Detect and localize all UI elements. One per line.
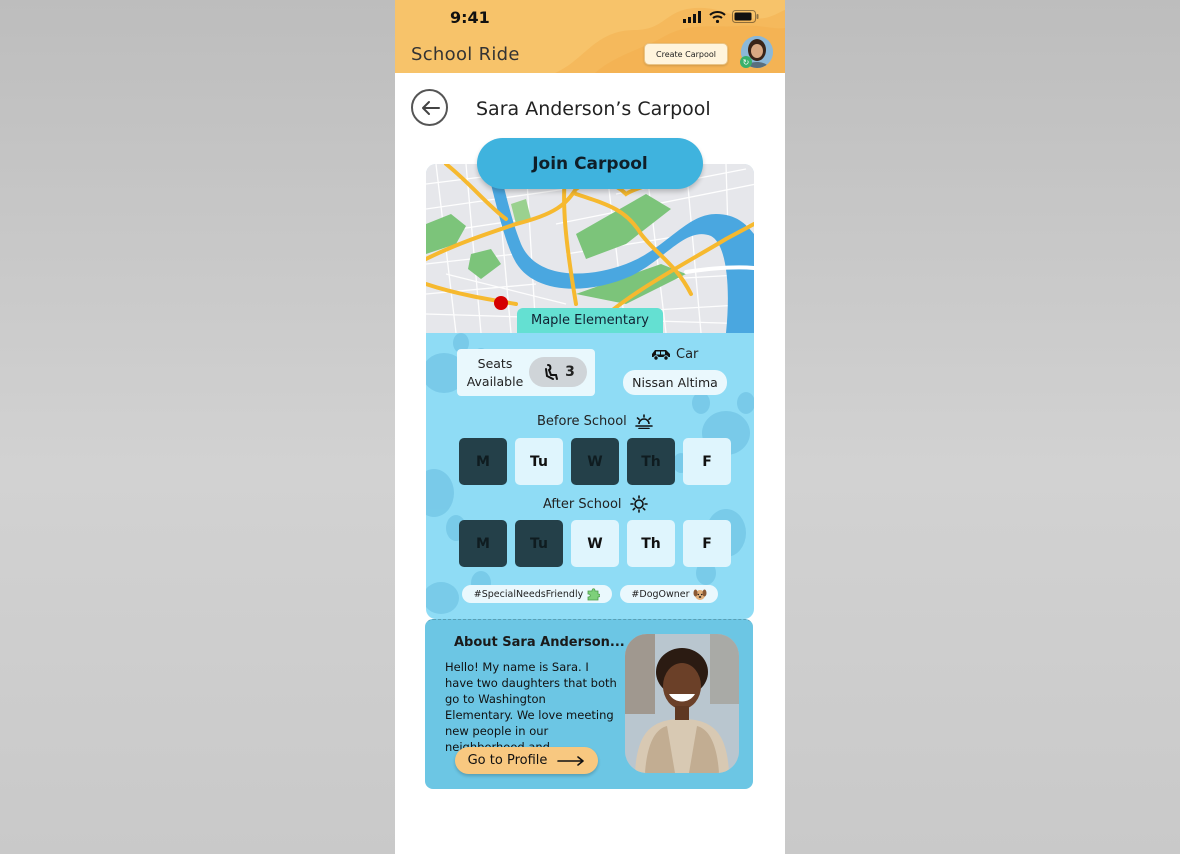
before-school-text: Before School — [537, 413, 627, 429]
seats-count: 3 — [565, 364, 575, 380]
profile-portrait — [625, 634, 739, 773]
after-school-label: After School — [543, 495, 648, 513]
carpool-card: Maple Elementary Seats Available 3 Car N… — [426, 164, 754, 619]
status-icons — [683, 10, 759, 23]
about-description: Hello! My name is Sara. I have two daugh… — [445, 660, 617, 754]
route-map[interactable]: Maple Elementary — [426, 164, 754, 333]
car-label: Car — [650, 347, 698, 362]
car-model: Nissan Altima — [623, 370, 727, 395]
after-school-text: After School — [543, 496, 622, 512]
app-header: 9:41 School Ride Create Carpool ↻ — [395, 0, 785, 73]
before-school-day-w[interactable]: W — [571, 438, 619, 485]
seats-count-pill: 3 — [529, 357, 587, 387]
after-school-day-tu[interactable]: Tu — [515, 520, 563, 567]
car-seat-icon — [545, 364, 559, 380]
wifi-icon — [709, 10, 726, 23]
app-title: School Ride — [411, 44, 520, 65]
car-label-text: Car — [676, 347, 699, 362]
tag-label: #SpecialNeedsFriendly — [473, 588, 584, 600]
puzzle-icon — [587, 588, 601, 601]
school-name-label: Maple Elementary — [517, 308, 663, 333]
carpool-details: Seats Available 3 Car Nissan Altima Befo… — [426, 333, 754, 619]
before-school-label: Before School — [537, 413, 653, 429]
dog-icon — [693, 589, 707, 600]
after-school-day-th[interactable]: Th — [627, 520, 675, 567]
before-school-day-th[interactable]: Th — [627, 438, 675, 485]
seats-available-box: Seats Available 3 — [457, 349, 595, 396]
arrow-right-icon — [557, 755, 585, 766]
signal-icon — [683, 10, 701, 23]
after-school-day-m[interactable]: M — [459, 520, 507, 567]
about-card: About Sara Anderson... Hello! My name is… — [425, 619, 753, 789]
tag-dog-owner[interactable]: #DogOwner — [620, 585, 718, 603]
map-pin-icon — [494, 296, 508, 310]
sunrise-icon — [634, 414, 653, 429]
before-school-day-f[interactable]: F — [683, 438, 731, 485]
page-title: Sara Anderson’s Carpool — [476, 98, 711, 120]
car-icon — [652, 350, 670, 361]
sun-icon — [629, 495, 648, 513]
about-title: About Sara Anderson... — [454, 635, 625, 650]
tag-label: #DogOwner — [631, 588, 690, 600]
tag-special-needs[interactable]: #SpecialNeedsFriendly — [462, 585, 612, 603]
sync-badge-icon: ↻ — [740, 56, 752, 68]
go-to-profile-button[interactable]: Go to Profile — [455, 747, 598, 774]
create-carpool-button[interactable]: Create Carpool — [644, 43, 728, 65]
battery-icon — [732, 10, 759, 23]
after-school-day-f[interactable]: F — [683, 520, 731, 567]
status-time: 9:41 — [450, 8, 490, 27]
arrow-left-icon — [421, 100, 440, 115]
join-carpool-button[interactable]: Join Carpool — [477, 138, 703, 189]
after-school-day-w[interactable]: W — [571, 520, 619, 567]
profile-photo[interactable] — [625, 634, 739, 773]
before-school-day-tu[interactable]: Tu — [515, 438, 563, 485]
before-school-day-m[interactable]: M — [459, 438, 507, 485]
back-button[interactable] — [411, 89, 448, 126]
go-to-profile-label: Go to Profile — [467, 753, 548, 768]
phone-screen: 9:41 School Ride Create Carpool ↻ Sara A… — [395, 0, 785, 854]
seats-available-label: Seats Available — [466, 356, 524, 389]
